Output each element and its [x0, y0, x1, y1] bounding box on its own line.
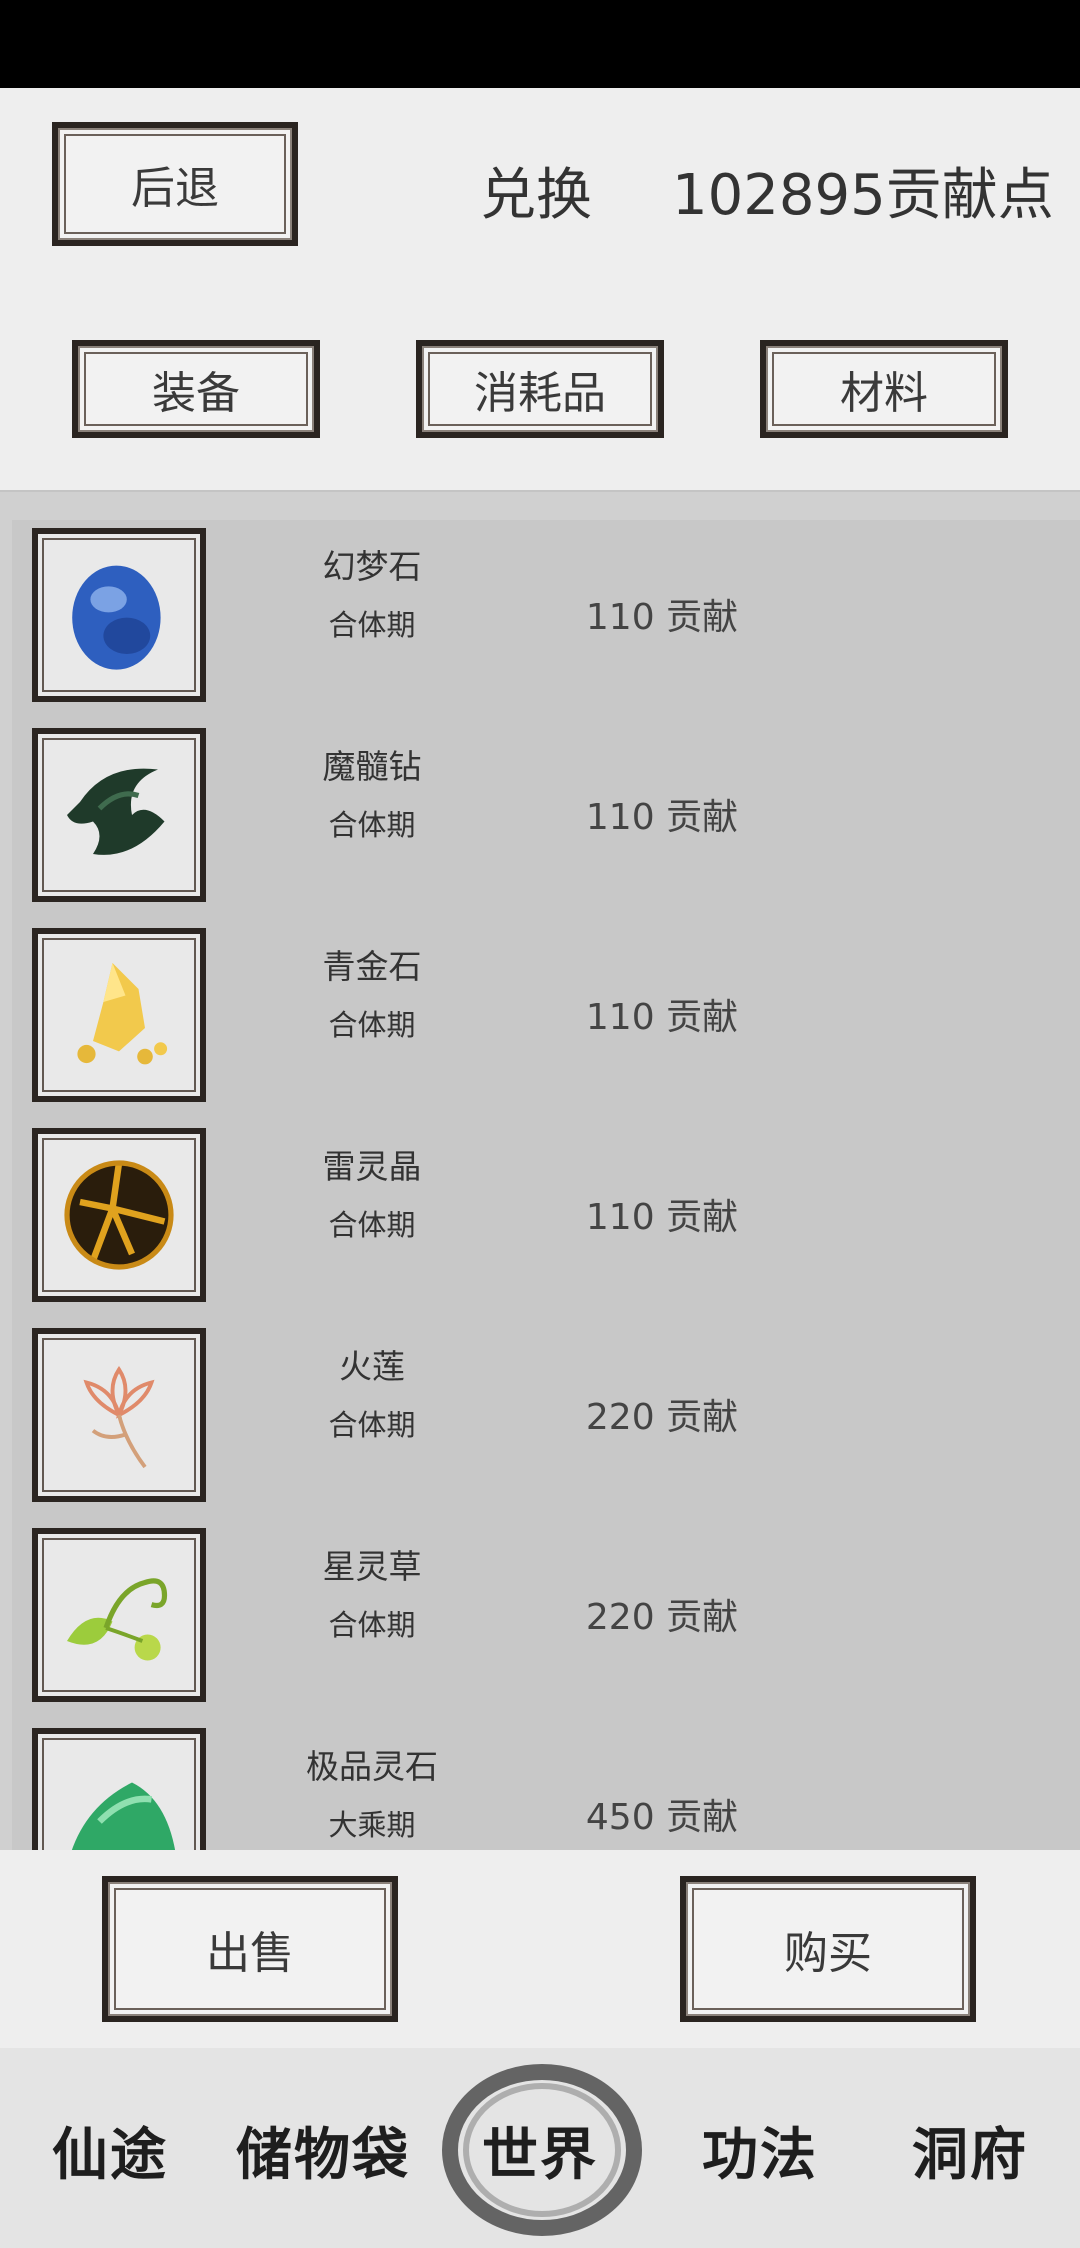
- tab-materials[interactable]: 材料: [760, 340, 1008, 438]
- nav-dongfu[interactable]: 洞府: [900, 2100, 1040, 2200]
- item-price: 220 贡献: [585, 1597, 739, 1638]
- list-item[interactable]: 星灵草 合体期 220 贡献: [12, 1520, 1080, 1720]
- star-herb-icon: [32, 1528, 206, 1702]
- back-button[interactable]: 后退: [52, 122, 298, 246]
- item-name: 魔髓钻: [322, 747, 422, 786]
- item-level: 合体期: [328, 608, 416, 642]
- item-level: 合体期: [328, 1008, 416, 1042]
- item-name: 火莲: [339, 1347, 405, 1386]
- buy-button[interactable]: 购买: [680, 1876, 976, 2022]
- page-title: 兑换: [480, 163, 592, 228]
- item-name: 星灵草: [322, 1547, 422, 1586]
- item-price: 220 贡献: [585, 1397, 739, 1438]
- item-level: 大乘期: [328, 1808, 416, 1842]
- blue-gem-icon: [32, 528, 206, 702]
- item-price: 110 贡献: [585, 997, 739, 1038]
- list-item[interactable]: 雷灵晶 合体期 110 贡献: [12, 1120, 1080, 1320]
- list-item[interactable]: 极品灵石 大乘期 450 贡献: [12, 1720, 1080, 1852]
- item-level: 合体期: [328, 1408, 416, 1442]
- sell-button[interactable]: 出售: [102, 1876, 398, 2022]
- item-price: 110 贡献: [585, 1197, 739, 1238]
- list-item[interactable]: 魔髓钻 合体期 110 贡献: [12, 720, 1080, 920]
- nav-gongfa[interactable]: 功法: [690, 2100, 830, 2200]
- item-name: 极品灵石: [306, 1747, 438, 1786]
- thunder-orb-icon: [32, 1128, 206, 1302]
- fire-lotus-icon: [32, 1328, 206, 1502]
- item-level: 合体期: [328, 808, 416, 842]
- item-list[interactable]: 幻梦石 合体期 110 贡献 魔髓钻 合体期 110 贡献 青金石 合体期 11…: [0, 490, 1080, 1852]
- status-bar: [0, 0, 1080, 88]
- tab-equipment[interactable]: 装备: [72, 340, 320, 438]
- item-price: 110 贡献: [585, 797, 739, 838]
- gold-ore-icon: [32, 928, 206, 1102]
- item-name: 幻梦石: [322, 547, 422, 586]
- dark-claw-icon: [32, 728, 206, 902]
- list-item[interactable]: 火莲 合体期 220 贡献: [12, 1320, 1080, 1520]
- list-item[interactable]: 幻梦石 合体期 110 贡献: [12, 520, 1080, 720]
- item-price: 110 贡献: [585, 597, 739, 638]
- item-name: 雷灵晶: [322, 1147, 422, 1186]
- item-price: 450 贡献: [585, 1797, 739, 1838]
- item-name: 青金石: [322, 947, 422, 986]
- item-level: 合体期: [328, 1608, 416, 1642]
- nav-xiantu[interactable]: 仙途: [40, 2100, 180, 2200]
- item-list-panel: 幻梦石 合体期 110 贡献 魔髓钻 合体期 110 贡献 青金石 合体期 11…: [12, 520, 1080, 1852]
- tab-consumables[interactable]: 消耗品: [416, 340, 664, 438]
- contribution-points: 102895贡献点: [672, 163, 1054, 228]
- list-item[interactable]: 青金石 合体期 110 贡献: [12, 920, 1080, 1120]
- item-level: 合体期: [328, 1208, 416, 1242]
- spirit-stone-icon: [32, 1728, 206, 1852]
- nav-world[interactable]: 世界: [470, 2100, 610, 2200]
- nav-storage-bag[interactable]: 储物袋: [228, 2100, 418, 2200]
